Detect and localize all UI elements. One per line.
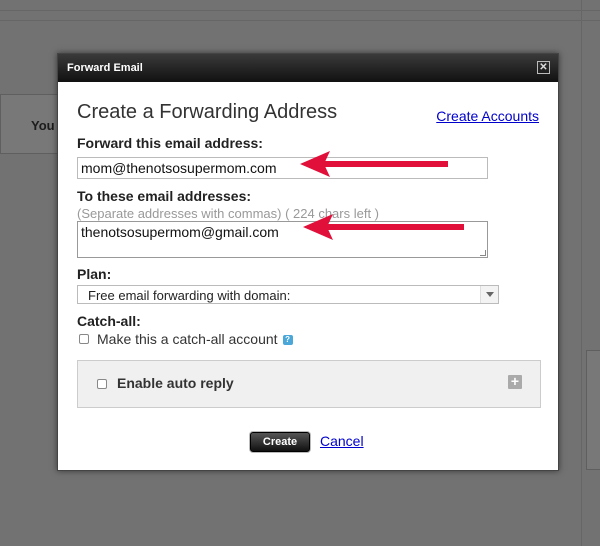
red-arrow-icon: [300, 151, 448, 177]
annotation-arrows: [300, 151, 464, 240]
red-arrow-icon: [303, 214, 464, 240]
